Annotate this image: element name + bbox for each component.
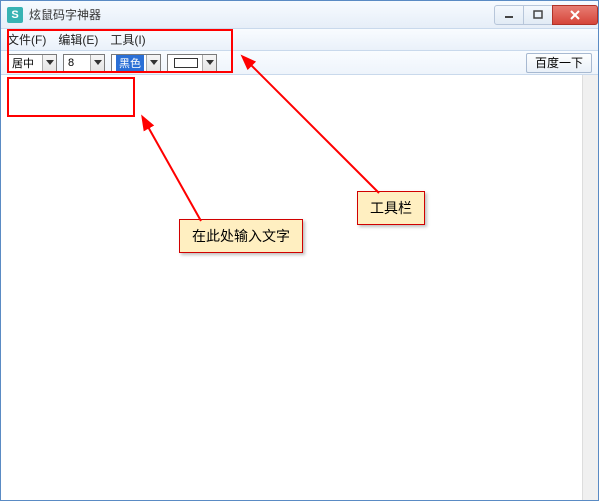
toolbar: 居中 8 黑色 百度一下 bbox=[1, 51, 598, 75]
bgcolor-swatch bbox=[174, 58, 198, 68]
menu-file[interactable]: 文件(F) bbox=[7, 31, 46, 48]
menubar: 文件(F) 编辑(E) 工具(I) bbox=[1, 29, 598, 51]
fontcolor-value: 黑色 bbox=[116, 55, 144, 71]
bgcolor-combo[interactable] bbox=[167, 54, 217, 72]
vertical-scrollbar[interactable] bbox=[582, 75, 598, 500]
align-combo[interactable]: 居中 bbox=[7, 54, 57, 72]
chevron-down-icon bbox=[42, 55, 56, 71]
chevron-down-icon bbox=[202, 55, 216, 71]
menu-edit[interactable]: 编辑(E) bbox=[58, 31, 98, 48]
fontsize-combo[interactable]: 8 bbox=[63, 54, 105, 72]
chevron-down-icon bbox=[146, 55, 160, 71]
minimize-button[interactable] bbox=[494, 5, 524, 25]
app-icon: S bbox=[7, 7, 23, 23]
editor-area[interactable] bbox=[1, 75, 598, 500]
maximize-button[interactable] bbox=[523, 5, 553, 25]
align-value: 居中 bbox=[12, 55, 34, 71]
baidu-search-button[interactable]: 百度一下 bbox=[526, 53, 592, 73]
titlebar: S 炫鼠码字神器 bbox=[1, 1, 598, 29]
chevron-down-icon bbox=[90, 55, 104, 71]
fontcolor-combo[interactable]: 黑色 bbox=[111, 54, 161, 72]
close-button[interactable] bbox=[552, 5, 598, 25]
app-window: S 炫鼠码字神器 文件(F) 编辑(E) 工具(I) 居中 bbox=[0, 0, 599, 501]
window-controls bbox=[495, 5, 598, 25]
menu-tool[interactable]: 工具(I) bbox=[110, 31, 145, 48]
window-title: 炫鼠码字神器 bbox=[29, 6, 495, 23]
fontsize-value: 8 bbox=[68, 57, 74, 69]
